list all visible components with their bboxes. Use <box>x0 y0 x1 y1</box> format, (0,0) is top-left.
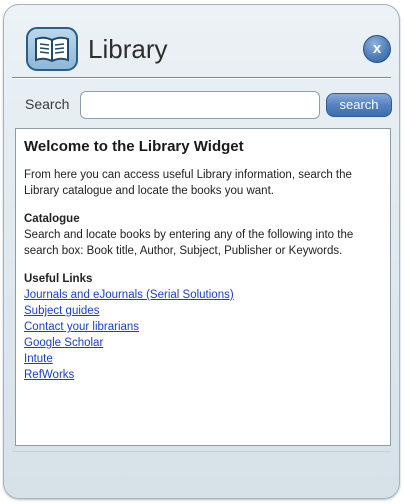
widget-header: Library x <box>4 5 399 81</box>
open-book-icon <box>26 27 78 71</box>
useful-links-heading: Useful Links <box>24 273 93 285</box>
content-panel: Welcome to the Library Widget From here … <box>15 128 391 446</box>
close-button[interactable]: x <box>363 35 391 63</box>
search-bar: Search search <box>4 89 399 123</box>
link-journals[interactable]: Journals and eJournals (Serial Solutions… <box>24 287 384 303</box>
link-contact-librarians[interactable]: Contact your librarians <box>24 319 384 335</box>
link-intute[interactable]: Intute <box>24 351 384 367</box>
catalogue-section: Catalogue Search and locate books by ent… <box>24 211 384 259</box>
search-label: Search <box>25 96 70 112</box>
link-refworks[interactable]: RefWorks <box>24 367 384 383</box>
close-icon: x <box>372 40 382 57</box>
library-widget: Library x Search search Welcome to the L… <box>3 4 400 499</box>
header-divider <box>12 77 391 79</box>
widget-title: Library <box>88 34 168 64</box>
link-google-scholar[interactable]: Google Scholar <box>24 335 384 351</box>
intro-text: From here you can access useful Library … <box>24 169 352 197</box>
catalogue-heading: Catalogue <box>24 213 80 225</box>
catalogue-text: Search and locate books by entering any … <box>24 229 354 257</box>
link-subject-guides[interactable]: Subject guides <box>24 303 384 319</box>
useful-links-list: Journals and eJournals (Serial Solutions… <box>24 287 384 383</box>
search-input[interactable] <box>80 91 320 119</box>
search-button[interactable]: search <box>326 93 392 117</box>
welcome-heading: Welcome to the Library Widget <box>24 138 244 155</box>
useful-links-section: Useful Links Journals and eJournals (Ser… <box>24 271 384 383</box>
footer-divider <box>12 451 391 452</box>
